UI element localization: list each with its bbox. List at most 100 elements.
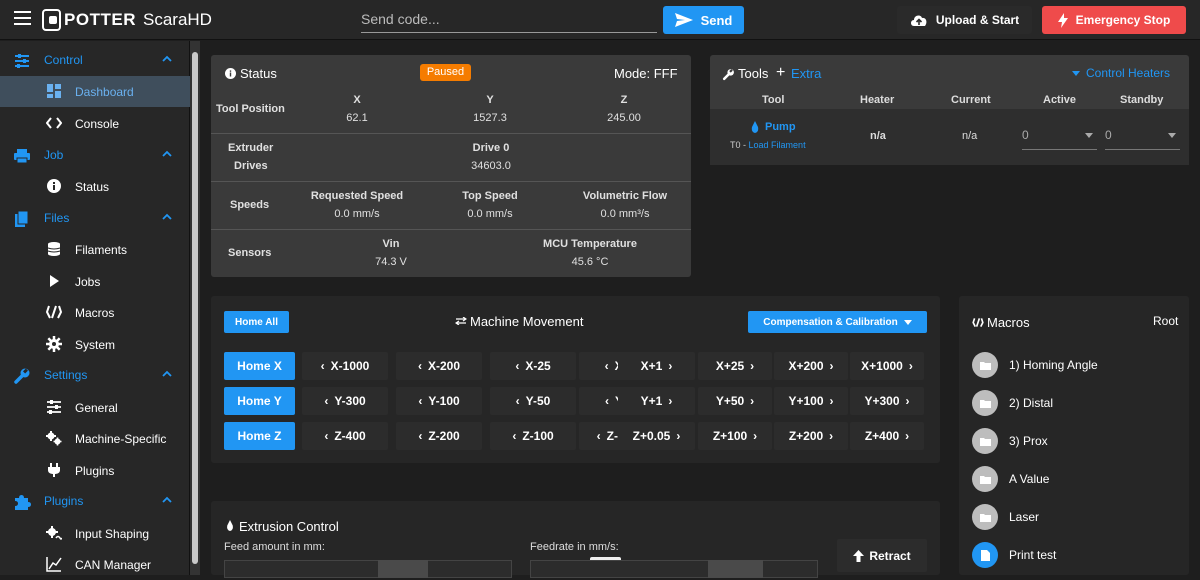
move-negative-button[interactable]: ‹ Z-200 (396, 422, 482, 450)
move-positive-button[interactable]: X+200 › (774, 352, 848, 380)
move-positive-button[interactable]: Y+50 › (698, 387, 772, 415)
move-positive-button[interactable]: X+25 › (698, 352, 772, 380)
move-negative-button[interactable]: ‹ Y-100 (396, 387, 482, 415)
extrusion-title: Extrusion Control (239, 519, 339, 534)
move-positive-button[interactable]: Z+400 › (850, 422, 924, 450)
top-speed-label: Top Speed (462, 190, 518, 202)
tool-subline: T0 - Load Filament (730, 140, 806, 150)
move-positive-button[interactable]: X+1000 › (850, 352, 924, 380)
macro-folder-item[interactable]: 2) Distal (972, 390, 1053, 416)
nav-item-jobs[interactable]: Jobs (0, 266, 190, 297)
requested-speed-value: 0.0 mm/s (334, 208, 380, 220)
move-negative-button[interactable]: ‹ Y-50 (490, 387, 576, 415)
emergency-stop-button[interactable]: Emergency Stop (1042, 6, 1186, 34)
sidebar-scroll-thumb[interactable] (192, 52, 198, 564)
nav-item-status[interactable]: Status (0, 171, 190, 202)
move-positive-button[interactable]: Y+1 › (618, 387, 695, 415)
feedrate-selected[interactable] (708, 560, 763, 578)
macro-label: 3) Prox (1009, 434, 1048, 448)
move-label: Y+50 (715, 394, 745, 408)
home-z-button[interactable]: Home Z (224, 422, 295, 450)
move-positive-button[interactable]: Z+200 › (774, 422, 848, 450)
macro-folder-item[interactable]: A Value (972, 466, 1049, 492)
feedrate-selector[interactable] (530, 560, 818, 578)
tool-column-header: Tool (762, 94, 785, 106)
chevron-right-icon: › (753, 429, 758, 443)
move-negative-button[interactable]: ‹ Z-400 (302, 422, 388, 450)
extrusion-control-card: Extrusion Control Feed amount in mm: Fee… (211, 501, 940, 578)
nav-item-input-shaping[interactable]: Input Shaping (0, 518, 190, 549)
macro-label: 2) Distal (1009, 396, 1054, 410)
flash-icon (1057, 12, 1068, 28)
nav-section-plugins[interactable]: Plugins (0, 486, 190, 517)
send-button[interactable]: Send (663, 6, 744, 34)
standby-temp-select[interactable]: 0 (1105, 127, 1180, 150)
move-negative-button[interactable]: ‹ X-1000 (302, 352, 388, 380)
active-temp-value: 0 (1022, 128, 1029, 142)
nav-item-plugins-settings[interactable]: Plugins (0, 455, 190, 486)
nav-section-job[interactable]: Job (0, 140, 190, 171)
move-label: Y-300 (334, 394, 366, 408)
home-x-button[interactable]: Home X (224, 352, 295, 380)
move-label: Z+100 (712, 429, 748, 443)
macro-avatar (972, 352, 998, 378)
move-negative-button[interactable]: ‹ Z-100 (490, 422, 576, 450)
retract-button[interactable]: Retract (837, 539, 927, 572)
wrench-icon (14, 368, 30, 384)
nav-item-can-manager[interactable]: CAN Manager (0, 549, 190, 580)
nav-item-general[interactable]: General (0, 392, 190, 423)
z-position-value: 245.00 (607, 112, 641, 124)
extra-button[interactable]: Extra (791, 66, 821, 81)
macro-file-item[interactable]: Print test (972, 542, 1056, 568)
folder-icon (979, 399, 991, 408)
upload-start-button[interactable]: Upload & Start (897, 6, 1032, 34)
macro-avatar (972, 504, 998, 530)
move-positive-button[interactable]: Y+300 › (850, 387, 924, 415)
move-negative-button[interactable]: ‹ Y-300 (302, 387, 388, 415)
move-positive-button[interactable]: X+1 › (618, 352, 695, 380)
nav-section-settings[interactable]: Settings (0, 360, 190, 391)
macro-folder-item[interactable]: Laser (972, 504, 1039, 530)
volumetric-flow-value: 0.0 mm³/s (600, 208, 650, 220)
nav-section-files[interactable]: Files (0, 203, 190, 234)
nav-item-dashboard[interactable]: Dashboard (0, 76, 190, 107)
feed-amount-selector[interactable] (224, 560, 512, 578)
estop-label: Emergency Stop (1075, 13, 1171, 27)
nav-item-filaments[interactable]: Filaments (0, 234, 190, 265)
macros-root-breadcrumb[interactable]: Root (1153, 314, 1178, 328)
nav-item-console[interactable]: Console (0, 108, 190, 139)
extruder-label: Extruder (228, 142, 274, 154)
chevron-right-icon: › (668, 359, 673, 373)
move-label: X-200 (427, 359, 461, 373)
move-positive-button[interactable]: Z+0.05 › (618, 422, 695, 450)
macro-folder-item[interactable]: 3) Prox (972, 428, 1048, 454)
feed-amount-label: Feed amount in mm: (224, 541, 325, 553)
brand-text: POTTER (64, 10, 136, 29)
move-positive-button[interactable]: Z+100 › (698, 422, 772, 450)
nav-item-macros[interactable]: Macros (0, 297, 190, 328)
nav-section-control[interactable]: Control (0, 45, 190, 76)
chevron-up-icon (162, 213, 172, 220)
speeds-row: Speeds Requested Speed 0.0 mm/s Top Spee… (211, 181, 691, 229)
control-heaters-button[interactable]: Control Heaters (1086, 66, 1170, 80)
tool-name-link[interactable]: Pump (765, 121, 796, 133)
home-y-button[interactable]: Home Y (224, 387, 295, 415)
move-positive-button[interactable]: Y+100 › (774, 387, 848, 415)
chevron-left-icon: ‹ (604, 394, 609, 408)
active-temp-select[interactable]: 0 (1022, 127, 1097, 150)
macro-avatar (972, 390, 998, 416)
feed-amount-selected[interactable] (378, 560, 428, 578)
load-filament-link[interactable]: Load Filament (749, 140, 806, 150)
nav-item-system[interactable]: System (0, 329, 190, 360)
compensation-calibration-button[interactable]: Compensation & Calibration (748, 311, 927, 333)
nav-item-machine-specific[interactable]: Machine-Specific (0, 423, 190, 454)
chevron-right-icon: › (829, 394, 834, 408)
send-code-input[interactable]: Send code... (361, 6, 657, 33)
move-label: Y-50 (525, 394, 551, 408)
macro-folder-item[interactable]: 1) Homing Angle (972, 352, 1098, 378)
move-negative-button[interactable]: ‹ X-200 (396, 352, 482, 380)
home-all-button[interactable]: Home All (224, 311, 289, 333)
x-axis-label: X (353, 94, 361, 106)
move-negative-button[interactable]: ‹ X-25 (490, 352, 576, 380)
menu-icon[interactable] (14, 11, 31, 25)
